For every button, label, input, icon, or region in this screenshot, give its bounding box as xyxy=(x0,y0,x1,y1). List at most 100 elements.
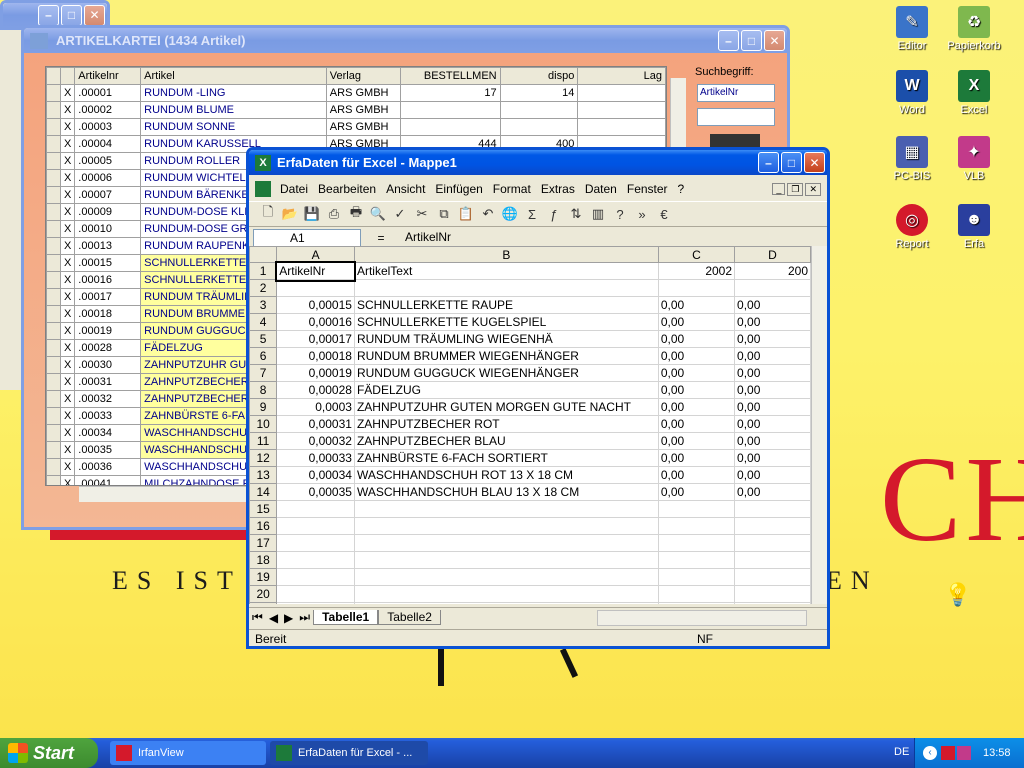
row-selector[interactable] xyxy=(46,237,61,255)
column-header-dispo[interactable]: dispo xyxy=(499,67,579,85)
menu-help[interactable]: ? xyxy=(673,182,690,196)
cell-b[interactable]: WASCHHANDSCHUH ROT 13 X 18 CM xyxy=(354,466,659,484)
maximize-button[interactable]: □ xyxy=(61,4,82,26)
desktop-icon-papierkorb[interactable]: ♻ Papierkorb xyxy=(936,6,1012,52)
cell-a[interactable]: 0,00034 xyxy=(276,466,355,484)
row-mark[interactable]: X xyxy=(59,237,76,255)
cell-c[interactable] xyxy=(658,585,736,603)
cell-a[interactable] xyxy=(276,602,355,604)
permission-icon[interactable]: ⎙ xyxy=(323,203,345,225)
row-header[interactable]: 20 xyxy=(249,585,278,603)
row-mark[interactable]: X xyxy=(59,373,76,391)
cell-artikelnr[interactable]: .00003 xyxy=(74,118,142,136)
row-mark[interactable]: X xyxy=(59,84,76,102)
next-sheet-icon[interactable]: ▶ xyxy=(281,611,296,625)
column-header-artikel[interactable]: Artikel xyxy=(140,67,327,85)
row-selector[interactable] xyxy=(46,118,61,136)
cell-d[interactable]: 0,00 xyxy=(734,364,811,382)
cell-a[interactable]: 0,00032 xyxy=(276,432,355,450)
row-mark[interactable]: X xyxy=(59,254,76,272)
cell-d[interactable]: 0,00 xyxy=(734,313,811,331)
row-selector[interactable] xyxy=(46,390,61,408)
search-input[interactable] xyxy=(697,108,775,126)
row-mark[interactable]: X xyxy=(59,135,76,153)
cell-bestellmenge[interactable]: 17 xyxy=(399,84,501,102)
close-button[interactable]: ✕ xyxy=(84,4,105,26)
cell-artikelnr[interactable]: .00005 xyxy=(74,152,142,170)
row-mark[interactable]: X xyxy=(59,118,76,136)
cell-c[interactable]: 0,00 xyxy=(658,313,736,331)
cell-d[interactable]: 0,00 xyxy=(734,483,811,501)
cell-artikelnr[interactable]: .00007 xyxy=(74,186,142,204)
cell-artikel[interactable]: RUNDUM BLUME xyxy=(140,101,327,119)
cell-artikelnr[interactable]: .00030 xyxy=(74,356,142,374)
cell-artikelnr[interactable]: .00031 xyxy=(74,373,142,391)
cell-artikelnr[interactable]: .00015 xyxy=(74,254,142,272)
cell-artikelnr[interactable]: .00041 xyxy=(74,475,142,485)
minimize-button[interactable]: – xyxy=(38,4,59,26)
row-mark[interactable]: X xyxy=(59,339,76,357)
cell-c[interactable]: 0,00 xyxy=(658,415,736,433)
cell-c[interactable]: 0,00 xyxy=(658,398,736,416)
cell-b[interactable]: SCHNULLERKETTE KUGELSPIEL xyxy=(354,313,659,331)
table-row[interactable]: X .00002 RUNDUM BLUME ARS GMBH xyxy=(46,101,666,119)
function-icon[interactable]: ƒ xyxy=(543,203,565,225)
select-all-corner[interactable] xyxy=(249,246,278,263)
help-icon[interactable]: ? xyxy=(609,203,631,225)
row-mark[interactable]: X xyxy=(59,305,76,323)
close-button[interactable]: ✕ xyxy=(764,30,785,51)
row-header[interactable]: 3 xyxy=(249,296,278,314)
autosum-icon[interactable]: Σ xyxy=(521,203,543,225)
row-mark[interactable]: X xyxy=(59,288,76,306)
cell-verlag[interactable]: ARS GMBH xyxy=(325,118,401,136)
cell-a[interactable]: 0,00015 xyxy=(276,296,355,314)
row-mark[interactable]: X xyxy=(59,203,76,221)
cell-b[interactable]: ArtikelText xyxy=(354,262,659,280)
row-selector[interactable] xyxy=(46,271,61,289)
formula-equals-icon[interactable]: = xyxy=(361,231,401,245)
row-header[interactable]: 12 xyxy=(249,449,278,467)
row-mark[interactable]: X xyxy=(59,186,76,204)
row-selector[interactable] xyxy=(46,203,61,221)
cell-artikelnr[interactable]: .00009 xyxy=(74,203,142,221)
row-header[interactable]: 7 xyxy=(249,364,278,382)
cell-a[interactable] xyxy=(276,568,355,586)
cell-b[interactable]: RUNDUM BRUMMER WIEGENHÄNGER xyxy=(354,347,659,365)
row-selector[interactable] xyxy=(46,424,61,442)
column-header-lager[interactable]: Lag xyxy=(577,67,666,85)
cell-d[interactable] xyxy=(734,534,811,552)
cell-b[interactable] xyxy=(354,517,659,535)
cell-artikelnr[interactable]: .00016 xyxy=(74,271,142,289)
cell-c[interactable] xyxy=(658,517,736,535)
formula-input[interactable]: ArtikelNr xyxy=(401,229,827,247)
cell-b[interactable]: ZAHNPUTZUHR GUTEN MORGEN GUTE NACHT xyxy=(354,398,659,416)
row-selector[interactable] xyxy=(46,305,61,323)
cell-artikelnr[interactable]: .00036 xyxy=(74,458,142,476)
row-mark[interactable]: X xyxy=(59,220,76,238)
cell-artikelnr[interactable]: .00028 xyxy=(74,339,142,357)
cell-a[interactable]: 0,00033 xyxy=(276,449,355,467)
row-mark[interactable]: X xyxy=(59,424,76,442)
row-header[interactable]: 18 xyxy=(249,551,278,569)
menu-ansicht[interactable]: Ansicht xyxy=(381,182,430,196)
cell-a[interactable]: 0,00018 xyxy=(276,347,355,365)
row-mark[interactable]: X xyxy=(59,407,76,425)
menu-datei[interactable]: Datei xyxy=(275,182,313,196)
workbook-close-button[interactable]: ✕ xyxy=(805,182,821,196)
cell-a[interactable] xyxy=(276,534,355,552)
table-row[interactable]: X .00001 RUNDUM -LING ARS GMBH 17 14 xyxy=(46,84,666,102)
row-mark[interactable]: X xyxy=(59,458,76,476)
row-header[interactable]: 16 xyxy=(249,517,278,535)
menu-fenster[interactable]: Fenster xyxy=(622,182,673,196)
cell-c[interactable]: 0,00 xyxy=(658,296,736,314)
cell-artikel[interactable]: RUNDUM SONNE xyxy=(140,118,327,136)
cell-c[interactable]: 2002 xyxy=(658,262,736,280)
cell-b[interactable]: FÄDELZUG xyxy=(354,381,659,399)
cell-c[interactable]: 0,00 xyxy=(658,381,736,399)
clock[interactable]: 13:58 xyxy=(983,747,1011,759)
cell-d[interactable]: 0,00 xyxy=(734,466,811,484)
cell-d[interactable]: 0,00 xyxy=(734,449,811,467)
undo-icon[interactable]: ↶ xyxy=(477,203,499,225)
row-selector[interactable] xyxy=(46,458,61,476)
cell-d[interactable] xyxy=(734,551,811,569)
